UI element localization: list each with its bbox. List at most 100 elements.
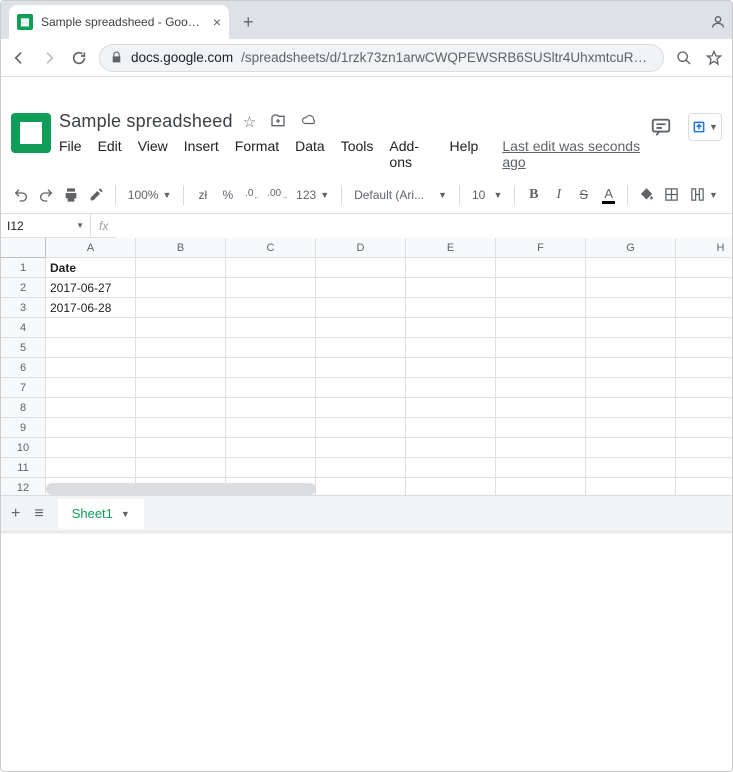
cell[interactable] (676, 458, 732, 478)
url-box[interactable]: docs.google.com/spreadsheets/d/1rzk73zn1… (99, 44, 664, 72)
reload-button[interactable] (69, 48, 89, 68)
sheet-tab-menu-icon[interactable]: ▼ (121, 509, 130, 519)
cell[interactable] (496, 438, 586, 458)
row-header[interactable]: 8 (1, 398, 46, 418)
sheets-logo[interactable] (11, 113, 51, 153)
row-header[interactable]: 10 (1, 438, 46, 458)
cell[interactable] (226, 458, 316, 478)
cell[interactable]: Date (46, 258, 136, 278)
column-header[interactable]: C (226, 238, 316, 258)
name-box[interactable]: I12▼ (1, 214, 91, 238)
row-header[interactable]: 9 (1, 418, 46, 438)
cell[interactable] (496, 318, 586, 338)
cell[interactable] (46, 318, 136, 338)
cell[interactable] (316, 258, 406, 278)
bold-button[interactable]: B (523, 184, 544, 206)
menu-file[interactable]: File (59, 138, 82, 170)
print-button[interactable] (61, 184, 82, 206)
strike-button[interactable]: S (573, 184, 594, 206)
cell[interactable] (316, 278, 406, 298)
cell[interactable] (586, 418, 676, 438)
cell[interactable] (316, 338, 406, 358)
cell[interactable] (46, 398, 136, 418)
menu-data[interactable]: Data (295, 138, 325, 170)
bookmark-icon[interactable] (704, 48, 724, 68)
row-header[interactable]: 2 (1, 278, 46, 298)
row-header[interactable]: 5 (1, 338, 46, 358)
decrease-decimal-button[interactable]: .0← (242, 184, 263, 206)
menu-addons[interactable]: Add-ons (389, 138, 433, 170)
cell[interactable] (406, 298, 496, 318)
paint-format-button[interactable] (86, 184, 107, 206)
cell[interactable] (406, 258, 496, 278)
cell[interactable] (676, 258, 732, 278)
cell[interactable] (226, 298, 316, 318)
cell[interactable] (316, 478, 406, 495)
merge-button[interactable]: ▼ (686, 187, 722, 202)
cell[interactable] (406, 438, 496, 458)
cell[interactable] (406, 378, 496, 398)
column-header[interactable]: G (586, 238, 676, 258)
number-format-button[interactable]: 123▼ (292, 188, 333, 202)
row-header[interactable]: 7 (1, 378, 46, 398)
text-color-button[interactable]: A (598, 184, 619, 206)
cell[interactable] (316, 438, 406, 458)
new-tab-button[interactable]: + (229, 5, 268, 39)
cell[interactable] (406, 398, 496, 418)
cell[interactable] (136, 398, 226, 418)
cell[interactable] (406, 418, 496, 438)
cell[interactable] (226, 378, 316, 398)
cell[interactable] (676, 438, 732, 458)
cell[interactable] (586, 478, 676, 495)
cell[interactable] (406, 358, 496, 378)
cell[interactable] (406, 318, 496, 338)
cell[interactable] (676, 318, 732, 338)
browser-tab[interactable]: ▦ Sample spreadsheed - Google Sh × (9, 5, 229, 39)
cell[interactable]: 2017-06-27 (46, 278, 136, 298)
cell[interactable] (136, 338, 226, 358)
cell[interactable] (586, 398, 676, 418)
row-header[interactable]: 12 (1, 478, 46, 495)
cell[interactable] (136, 318, 226, 338)
font-selector[interactable]: Default (Ari...▼ (350, 188, 451, 202)
cell[interactable] (136, 458, 226, 478)
spreadsheet-grid[interactable]: ABCDEFGH1Date22017-06-2732017-06-2845678… (1, 238, 732, 495)
select-all-corner[interactable] (1, 238, 46, 258)
column-header[interactable]: B (136, 238, 226, 258)
last-edit-link[interactable]: Last edit was seconds ago (502, 138, 642, 170)
menu-help[interactable]: Help (450, 138, 479, 170)
cell[interactable] (406, 458, 496, 478)
cell[interactable] (676, 398, 732, 418)
cell[interactable] (586, 358, 676, 378)
all-sheets-button[interactable]: ≡ (34, 505, 43, 523)
cell[interactable] (226, 438, 316, 458)
cell[interactable] (676, 278, 732, 298)
fill-color-button[interactable] (636, 184, 657, 206)
menu-format[interactable]: Format (235, 138, 279, 170)
doc-title[interactable]: Sample spreadsheed (59, 111, 233, 132)
cell[interactable] (316, 318, 406, 338)
cell[interactable] (586, 298, 676, 318)
cell[interactable] (496, 398, 586, 418)
cell[interactable]: 2017-06-28 (46, 298, 136, 318)
cell[interactable] (496, 258, 586, 278)
share-button[interactable]: ▼ (688, 113, 722, 141)
undo-button[interactable] (11, 184, 32, 206)
cell[interactable] (226, 278, 316, 298)
cell[interactable] (586, 378, 676, 398)
cell[interactable] (496, 378, 586, 398)
cell[interactable] (316, 458, 406, 478)
cell[interactable] (136, 298, 226, 318)
cell[interactable] (46, 338, 136, 358)
cell[interactable] (46, 458, 136, 478)
cloud-status-icon[interactable] (300, 113, 318, 131)
cell[interactable] (226, 418, 316, 438)
redo-button[interactable] (36, 184, 57, 206)
column-header[interactable]: F (496, 238, 586, 258)
cell[interactable] (316, 418, 406, 438)
cell[interactable] (586, 338, 676, 358)
cell[interactable] (316, 298, 406, 318)
cell[interactable] (136, 378, 226, 398)
zoom-selector[interactable]: 100%▼ (124, 188, 176, 202)
cell[interactable] (496, 358, 586, 378)
